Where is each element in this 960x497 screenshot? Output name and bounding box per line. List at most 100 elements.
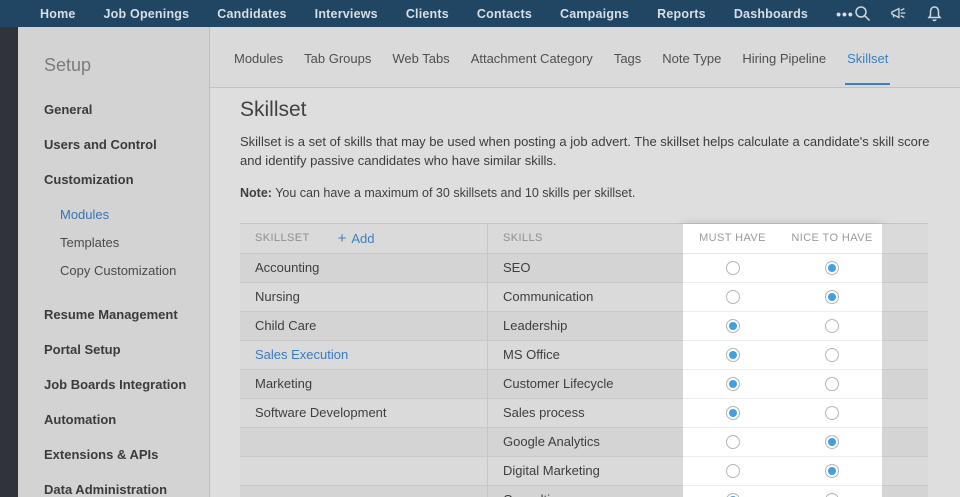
table-row: NursingCommunication	[240, 283, 928, 312]
must-have-radio[interactable]	[726, 493, 740, 497]
must-have-radio[interactable]	[726, 261, 740, 275]
skillset-cell: Accounting	[240, 254, 488, 283]
tab-web-tabs[interactable]: Web Tabs	[390, 30, 451, 85]
nice-to-have-radio[interactable]	[825, 435, 839, 449]
nav-item-contacts[interactable]: Contacts	[477, 7, 532, 21]
nav-item-job-openings[interactable]: Job Openings	[104, 7, 190, 21]
tab-hiring-pipeline[interactable]: Hiring Pipeline	[740, 30, 828, 85]
sidebar-item-job-boards-integration[interactable]: Job Boards Integration	[44, 377, 209, 392]
row-spacer	[882, 486, 928, 497]
tab-note-type[interactable]: Note Type	[660, 30, 723, 85]
row-spacer	[882, 457, 928, 486]
skill-cell: Leadership	[488, 312, 683, 341]
search-icon[interactable]	[854, 5, 871, 22]
tab-tags[interactable]: Tags	[612, 30, 643, 85]
header-skills: SKILLS	[488, 224, 683, 254]
skill-cell: Communication	[488, 283, 683, 312]
topbar: Home Job Openings Candidates Interviews Clie…	[0, 0, 960, 27]
must-have-radio[interactable]	[726, 406, 740, 420]
sidebar-item-modules[interactable]: Modules	[60, 207, 209, 222]
row-spacer	[882, 283, 928, 312]
nice-to-have-radio[interactable]	[825, 493, 839, 497]
sidebar-item-users-and-control[interactable]: Users and Control	[44, 137, 209, 152]
tab-attachment-category[interactable]: Attachment Category	[469, 30, 595, 85]
skillset-cell: Software Development	[240, 399, 488, 428]
topbar-icons: 31	[854, 5, 960, 22]
skillset-cell: Child Care	[240, 312, 488, 341]
skillset-cell[interactable]: Sales Execution	[240, 341, 488, 370]
skillset-cell	[240, 457, 488, 486]
nav-more-button[interactable]: •••	[836, 6, 854, 22]
row-spacer	[882, 428, 928, 457]
sidebar-item-extensions-apis[interactable]: Extensions & APIs	[44, 447, 209, 462]
sidebar-item-portal-setup[interactable]: Portal Setup	[44, 342, 209, 357]
table-row: Software DevelopmentSales process	[240, 399, 928, 428]
nav-item-clients[interactable]: Clients	[406, 7, 449, 21]
skillset-cell	[240, 486, 488, 497]
must-have-radio[interactable]	[726, 377, 740, 391]
tab-modules[interactable]: Modules	[232, 30, 285, 85]
topbar-nav: Home Job Openings Candidates Interviews Clie…	[40, 7, 808, 21]
skillset-cell: Marketing	[240, 370, 488, 399]
table-header-row: SKILLSET + Add SKILLS MUST HAVE NICE TO …	[240, 224, 928, 254]
nice-to-have-radio[interactable]	[825, 319, 839, 333]
page-description: Skillset is a set of skills that may be …	[240, 133, 932, 171]
header-must-have: MUST HAVE	[683, 224, 782, 254]
skill-cell: Google Analytics	[488, 428, 683, 457]
sidebar-item-general[interactable]: General	[44, 102, 209, 117]
row-spacer	[882, 312, 928, 341]
nav-item-reports[interactable]: Reports	[657, 7, 706, 21]
note-label: Note:	[240, 186, 272, 200]
must-have-radio[interactable]	[726, 290, 740, 304]
must-have-radio[interactable]	[726, 435, 740, 449]
table-row: AccountingSEO	[240, 254, 928, 283]
must-have-radio[interactable]	[726, 319, 740, 333]
skill-cell: MS Office	[488, 341, 683, 370]
megaphone-icon[interactable]	[890, 5, 907, 22]
add-skillset-button[interactable]: + Add	[338, 231, 375, 246]
collapsed-nav-strip[interactable]	[0, 27, 18, 497]
setup-tabstrip: Modules Tab Groups Web Tabs Attachment Cate…	[210, 27, 960, 88]
nav-item-candidates[interactable]: Candidates	[217, 7, 286, 21]
nice-to-have-radio[interactable]	[825, 348, 839, 362]
header-skillset: SKILLSET + Add	[240, 224, 488, 254]
nice-to-have-radio[interactable]	[825, 464, 839, 478]
table-row: Digital Marketing	[240, 457, 928, 486]
sidebar-item-resume-management[interactable]: Resume Management	[44, 307, 209, 322]
table-row: Google Analytics	[240, 428, 928, 457]
skill-cell: Customer Lifecycle	[488, 370, 683, 399]
row-spacer	[882, 254, 928, 283]
skillset-table: SKILLSET + Add SKILLS MUST HAVE NICE TO …	[240, 223, 928, 497]
nav-item-home[interactable]: Home	[40, 7, 76, 21]
nice-to-have-radio[interactable]	[825, 290, 839, 304]
add-plus-icon: +	[338, 231, 347, 246]
row-spacer	[882, 399, 928, 428]
table-row: MarketingCustomer Lifecycle	[240, 370, 928, 399]
tab-tab-groups[interactable]: Tab Groups	[302, 30, 373, 85]
table-row: Sales ExecutionMS Office	[240, 341, 928, 370]
nice-to-have-radio[interactable]	[825, 261, 839, 275]
must-have-radio[interactable]	[726, 348, 740, 362]
sidebar-title: Setup	[44, 55, 209, 76]
table-row: Child CareLeadership	[240, 312, 928, 341]
nice-to-have-radio[interactable]	[825, 406, 839, 420]
sidebar-item-copy-customization[interactable]: Copy Customization	[60, 263, 209, 278]
must-have-radio[interactable]	[726, 464, 740, 478]
skillset-cell	[240, 428, 488, 457]
sidebar-item-automation[interactable]: Automation	[44, 412, 209, 427]
tab-skillset[interactable]: Skillset	[845, 30, 890, 85]
sidebar-item-data-administration[interactable]: Data Administration	[44, 482, 209, 497]
sidebar-item-templates[interactable]: Templates	[60, 235, 209, 250]
header-spacer	[882, 224, 928, 254]
nav-item-campaigns[interactable]: Campaigns	[560, 7, 629, 21]
nav-item-dashboards[interactable]: Dashboards	[734, 7, 808, 21]
bell-icon[interactable]	[926, 5, 943, 22]
table-row: Consulting	[240, 486, 928, 497]
skill-cell: Consulting	[488, 486, 683, 497]
nav-item-interviews[interactable]: Interviews	[315, 7, 378, 21]
nice-to-have-radio[interactable]	[825, 377, 839, 391]
setup-sidebar: Setup General Users and Control Customizat…	[18, 27, 210, 497]
row-spacer	[882, 370, 928, 399]
sidebar-item-customization[interactable]: Customization	[44, 172, 209, 187]
note-text: Note: You can have a maximum of 30 skill…	[240, 186, 960, 200]
